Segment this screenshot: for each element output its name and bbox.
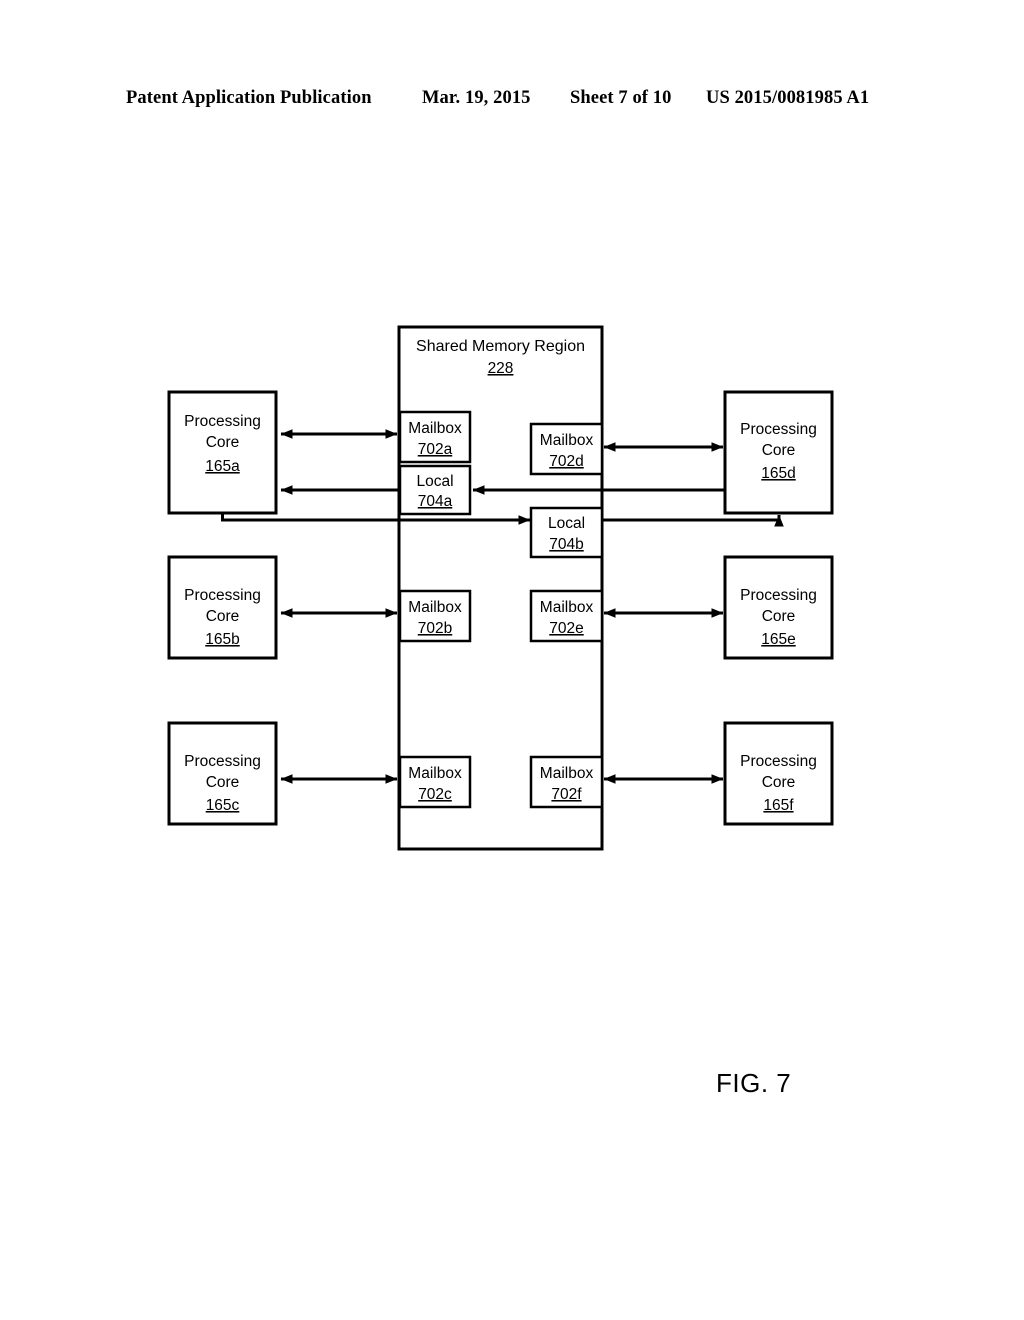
core-165d-line2: Core — [762, 442, 796, 459]
mailbox-702c-ref: 702c — [418, 786, 452, 803]
shared-memory-ref: 228 — [488, 360, 514, 377]
shared-memory-title: Shared Memory Region — [416, 338, 585, 355]
core-165a-line1: Processing — [184, 413, 261, 430]
processing-core-165a[interactable]: Processing Core 165a — [167, 390, 278, 515]
patent-figure-page: Patent Application Publication Mar. 19, … — [0, 0, 1024, 1320]
processing-core-165e[interactable]: Processing Core 165e — [723, 555, 834, 660]
mailbox-702d[interactable]: Mailbox 702d — [529, 422, 604, 476]
local-704a-ref: 704a — [418, 493, 453, 510]
mailbox-702a-label: Mailbox — [408, 420, 462, 437]
core-165d-line1: Processing — [740, 421, 817, 438]
processing-core-165b[interactable]: Processing Core 165b — [167, 555, 278, 660]
core-165a-ref: 165a — [205, 458, 240, 475]
connector-local704b-right — [602, 515, 781, 522]
processing-core-165c[interactable]: Processing Core 165c — [167, 721, 278, 826]
local-704a[interactable]: Local 704a — [398, 464, 472, 516]
mailbox-702a-ref: 702a — [418, 441, 453, 458]
mailbox-702c[interactable]: Mailbox 702c — [398, 755, 472, 809]
mailbox-702f[interactable]: Mailbox 702f — [529, 755, 604, 809]
local-704a-label: Local — [416, 473, 453, 490]
core-165c-ref: 165c — [206, 797, 240, 814]
mailbox-702b-ref: 702b — [418, 620, 452, 637]
mailbox-702f-ref: 702f — [551, 786, 582, 803]
mailbox-702c-label: Mailbox — [408, 765, 462, 782]
core-165b-line1: Processing — [184, 587, 261, 604]
core-165d-ref: 165d — [761, 465, 795, 482]
local-704b-ref: 704b — [549, 536, 583, 553]
core-165c-line2: Core — [206, 774, 240, 791]
mailbox-702e-ref: 702e — [549, 620, 583, 637]
processing-core-165d[interactable]: Processing Core 165d — [723, 390, 834, 515]
core-165b-line2: Core — [206, 608, 240, 625]
mailbox-702e-label: Mailbox — [540, 599, 594, 616]
mailbox-702e[interactable]: Mailbox 702e — [529, 589, 604, 643]
local-704b[interactable]: Local 704b — [529, 506, 604, 559]
mailbox-702b[interactable]: Mailbox 702b — [398, 589, 472, 643]
core-165f-line1: Processing — [740, 753, 817, 770]
local-704b-label: Local — [548, 515, 585, 532]
core-165f-line2: Core — [762, 774, 796, 791]
mailbox-702d-ref: 702d — [549, 453, 583, 470]
core-165f-ref: 165f — [763, 797, 794, 814]
core-165e-ref: 165e — [761, 631, 795, 648]
mailbox-702a[interactable]: Mailbox 702a — [398, 410, 472, 464]
mailbox-702f-label: Mailbox — [540, 765, 594, 782]
core-165c-line1: Processing — [184, 753, 261, 770]
core-165e-line2: Core — [762, 608, 796, 625]
figure-caption: FIG. 7 — [716, 1068, 792, 1098]
core-165e-line1: Processing — [740, 587, 817, 604]
mailbox-702d-label: Mailbox — [540, 432, 594, 449]
mailbox-702b-label: Mailbox — [408, 599, 462, 616]
processing-core-165f[interactable]: Processing Core 165f — [723, 721, 834, 826]
figure-7-diagram: Shared Memory Region 228 Processing Core… — [167, 325, 834, 851]
core-165a-line2: Core — [206, 434, 240, 451]
core-165b-ref: 165b — [205, 631, 239, 648]
